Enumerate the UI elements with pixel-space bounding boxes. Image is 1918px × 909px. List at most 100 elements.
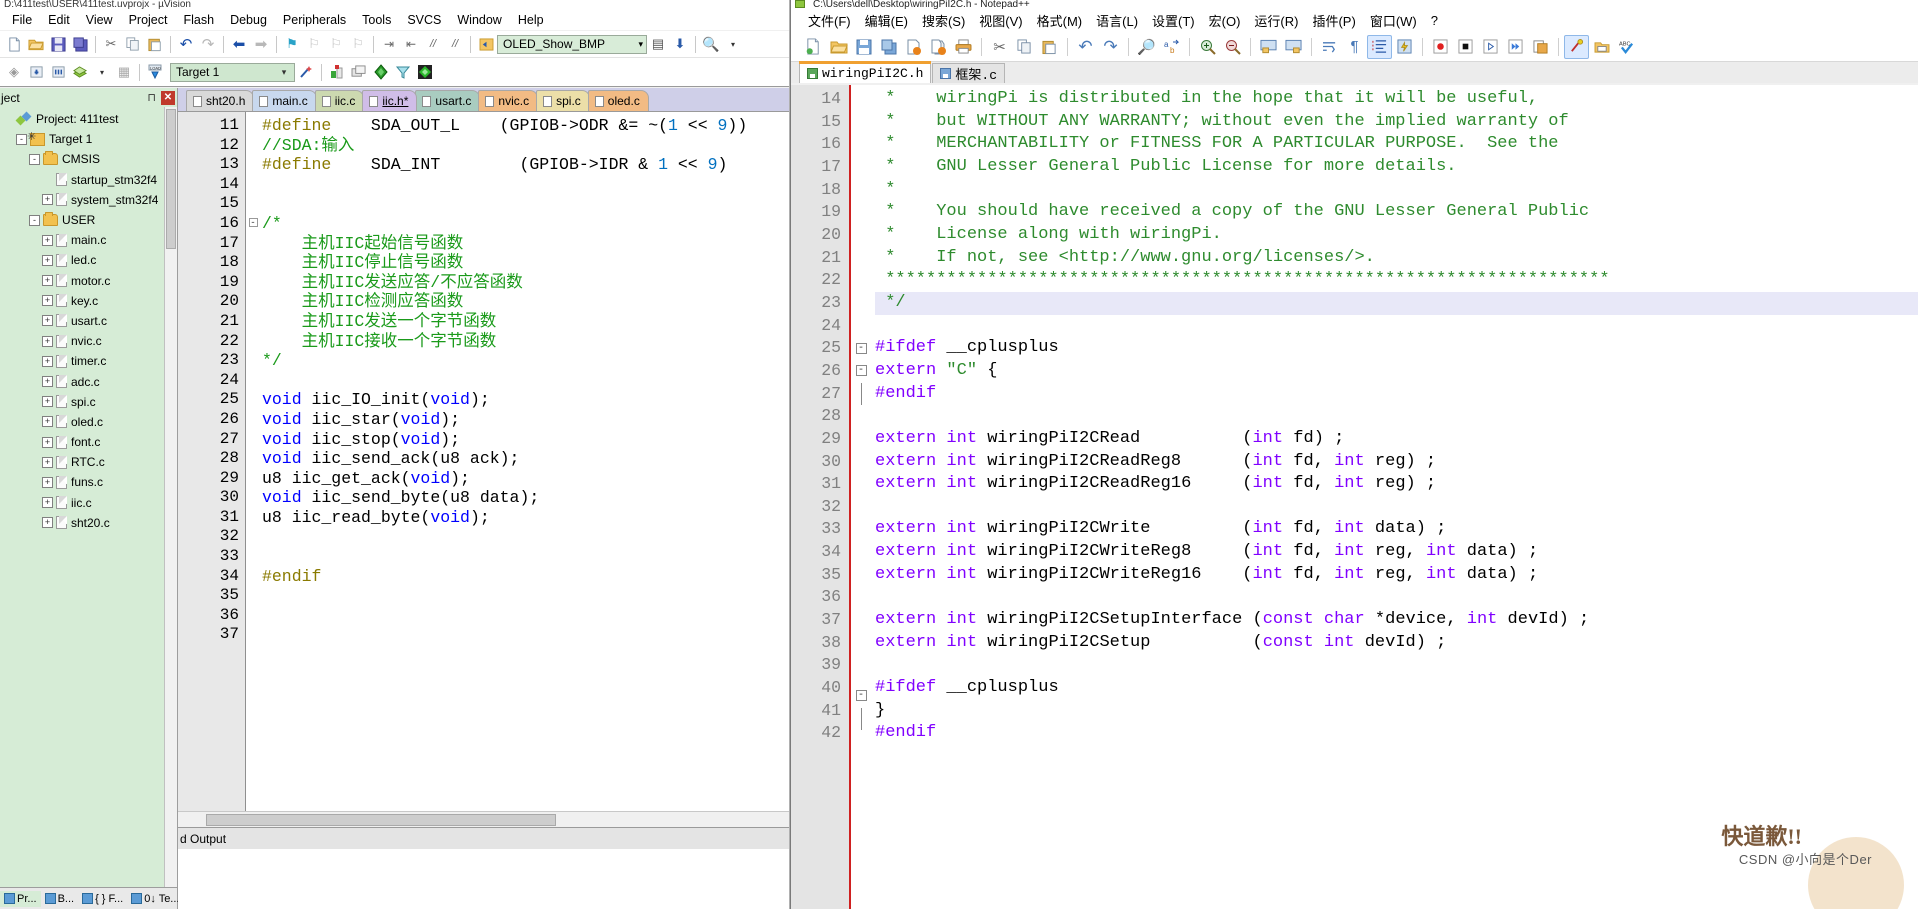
- fold-toggle-icon[interactable]: [851, 707, 871, 739]
- open-file-icon[interactable]: [826, 35, 851, 59]
- expand-icon[interactable]: +: [42, 456, 53, 468]
- expand-icon[interactable]: +: [42, 355, 53, 367]
- tree-item[interactable]: + system_stm32f4: [0, 190, 164, 210]
- tree-item[interactable]: + usart.c: [0, 311, 164, 331]
- build-dropdown-icon[interactable]: ▾: [91, 61, 113, 83]
- expand-icon[interactable]: +: [42, 295, 53, 307]
- keil-menu-project[interactable]: Project: [121, 11, 176, 29]
- undo-icon[interactable]: ↶: [175, 33, 197, 55]
- expand-icon[interactable]: +: [42, 396, 53, 408]
- expand-icon[interactable]: +: [42, 275, 53, 287]
- keil-menu-window[interactable]: Window: [449, 11, 509, 29]
- save-icon[interactable]: [851, 35, 876, 59]
- keil-menu-tools[interactable]: Tools: [354, 11, 399, 29]
- project-tree[interactable]: Project: 411test-Target 1-CMSISstartup_s…: [0, 107, 164, 887]
- close-all-files-icon[interactable]: [926, 35, 951, 59]
- batch-build-icon[interactable]: [69, 61, 91, 83]
- tree-item[interactable]: + sht20.c: [0, 513, 164, 533]
- undo-icon[interactable]: ↶: [1073, 35, 1098, 59]
- tree-item[interactable]: + font.c: [0, 432, 164, 452]
- collapse-icon[interactable]: -: [16, 133, 27, 145]
- fold-toggle-icon[interactable]: -: [246, 214, 260, 234]
- npp-tab----c[interactable]: 框架.c: [932, 63, 1006, 83]
- fold-toggle-icon[interactable]: -: [851, 685, 871, 708]
- expand-icon[interactable]: +: [42, 497, 53, 509]
- show-all-characters-icon[interactable]: ¶: [1342, 35, 1367, 59]
- project-panel-tab[interactable]: { } F...: [78, 891, 127, 907]
- close-file-icon[interactable]: [901, 35, 926, 59]
- indent-icon[interactable]: ⇥: [378, 33, 400, 55]
- tree-item[interactable]: + led.c: [0, 250, 164, 270]
- tree-item[interactable]: + timer.c: [0, 351, 164, 371]
- insert-icon[interactable]: ⬇: [669, 33, 691, 55]
- record-macro-icon[interactable]: [1428, 35, 1453, 59]
- comment-icon[interactable]: //: [422, 33, 444, 55]
- project-panel-tab[interactable]: 0↓ Te...: [127, 891, 183, 907]
- editor-tab-sht20-h[interactable]: sht20.h: [186, 90, 255, 111]
- editor-tab-usart-c[interactable]: usart.c: [415, 90, 481, 111]
- collapse-icon[interactable]: -: [29, 214, 40, 226]
- paste-icon[interactable]: [144, 33, 166, 55]
- filter-icon[interactable]: [392, 61, 414, 83]
- rebuild-icon[interactable]: [47, 61, 69, 83]
- npp-menu-item-10[interactable]: 窗口(W): [1363, 9, 1424, 32]
- npp-menu-item-0[interactable]: 文件(F): [801, 9, 858, 32]
- npp-menu-item-8[interactable]: 运行(R): [1247, 9, 1305, 32]
- indent-guide-icon[interactable]: [1367, 34, 1392, 59]
- expand-icon[interactable]: +: [42, 436, 53, 448]
- word-wrap-icon[interactable]: [1317, 35, 1342, 59]
- expand-icon[interactable]: +: [42, 376, 53, 388]
- zoom-in-icon[interactable]: [1195, 35, 1220, 59]
- expand-icon[interactable]: +: [42, 416, 53, 428]
- tree-item[interactable]: + motor.c: [0, 271, 164, 291]
- tree-item[interactable]: + RTC.c: [0, 452, 164, 472]
- navigate-forward-icon[interactable]: ➡: [250, 33, 272, 55]
- find-icon[interactable]: 🔎: [1134, 35, 1159, 59]
- editor-tab-nvic-c[interactable]: nvic.c: [478, 90, 539, 111]
- keil-menu-flash[interactable]: Flash: [175, 11, 222, 29]
- outdent-icon[interactable]: ⇤: [400, 33, 422, 55]
- tree-item[interactable]: + main.c: [0, 230, 164, 250]
- editor-tab-iic-h-[interactable]: iic.h*: [362, 90, 418, 111]
- npp-tab-wiringpii2c-h[interactable]: wiringPiI2C.h: [799, 61, 932, 83]
- expand-icon[interactable]: +: [42, 315, 53, 327]
- project-panel-tab[interactable]: Pr...: [0, 890, 41, 907]
- editor-tab-iic-c[interactable]: iic.c: [314, 90, 365, 111]
- cut-icon[interactable]: ✂: [987, 35, 1012, 59]
- function-jump-icon[interactable]: [475, 33, 497, 55]
- npp-menu-item-5[interactable]: 语言(L): [1089, 9, 1145, 32]
- npp-menu-item-3[interactable]: 视图(V): [972, 9, 1029, 32]
- save-icon[interactable]: [47, 33, 69, 55]
- npp-fold-margin[interactable]: -- -: [849, 85, 871, 909]
- download-icon[interactable]: LOAD: [144, 61, 166, 83]
- tree-item[interactable]: - CMSIS: [0, 149, 164, 169]
- paste-icon[interactable]: [1037, 35, 1062, 59]
- tree-item[interactable]: startup_stm32f4: [0, 170, 164, 190]
- keil-menu-edit[interactable]: Edit: [40, 11, 78, 29]
- npp-menu-item-6[interactable]: 设置(T): [1145, 9, 1202, 32]
- editor-tab-spi-c[interactable]: spi.c: [536, 90, 590, 111]
- expand-icon[interactable]: +: [42, 234, 53, 246]
- tree-item[interactable]: + oled.c: [0, 412, 164, 432]
- runtime-environment-icon[interactable]: [370, 61, 392, 83]
- manage-components-icon[interactable]: [348, 61, 370, 83]
- npp-code-editor[interactable]: 14 15 16 17 18 19 20 21 22 23 24 25 26 27 28 29 30 31 32 33…: [791, 85, 1918, 909]
- play-multi-macro-icon[interactable]: [1503, 35, 1528, 59]
- browse-icon[interactable]: ▤: [647, 33, 669, 55]
- editor-tab-main-c[interactable]: main.c: [252, 90, 317, 111]
- npp-code-text[interactable]: * wiringPi is distributed in the hope th…: [871, 85, 1918, 909]
- expand-icon[interactable]: +: [42, 254, 53, 266]
- bookmark-toggle-icon[interactable]: ⚑: [281, 33, 303, 55]
- tree-item[interactable]: Project: 411test: [0, 109, 164, 129]
- tree-item[interactable]: + spi.c: [0, 392, 164, 412]
- npp-menu-item-11[interactable]: ?: [1424, 11, 1445, 30]
- fold-toggle-icon[interactable]: -: [851, 360, 871, 383]
- redo-icon[interactable]: ↷: [197, 33, 219, 55]
- print-icon[interactable]: [951, 35, 976, 59]
- chevron-down-icon[interactable]: ▾: [638, 39, 643, 50]
- redo-icon[interactable]: ↷: [1098, 35, 1123, 59]
- tree-item[interactable]: + funs.c: [0, 472, 164, 492]
- editor-horizontal-scrollbar[interactable]: [178, 811, 789, 827]
- show-ui-panel-icon[interactable]: [1392, 35, 1417, 59]
- keil-menu-peripherals[interactable]: Peripherals: [275, 11, 354, 29]
